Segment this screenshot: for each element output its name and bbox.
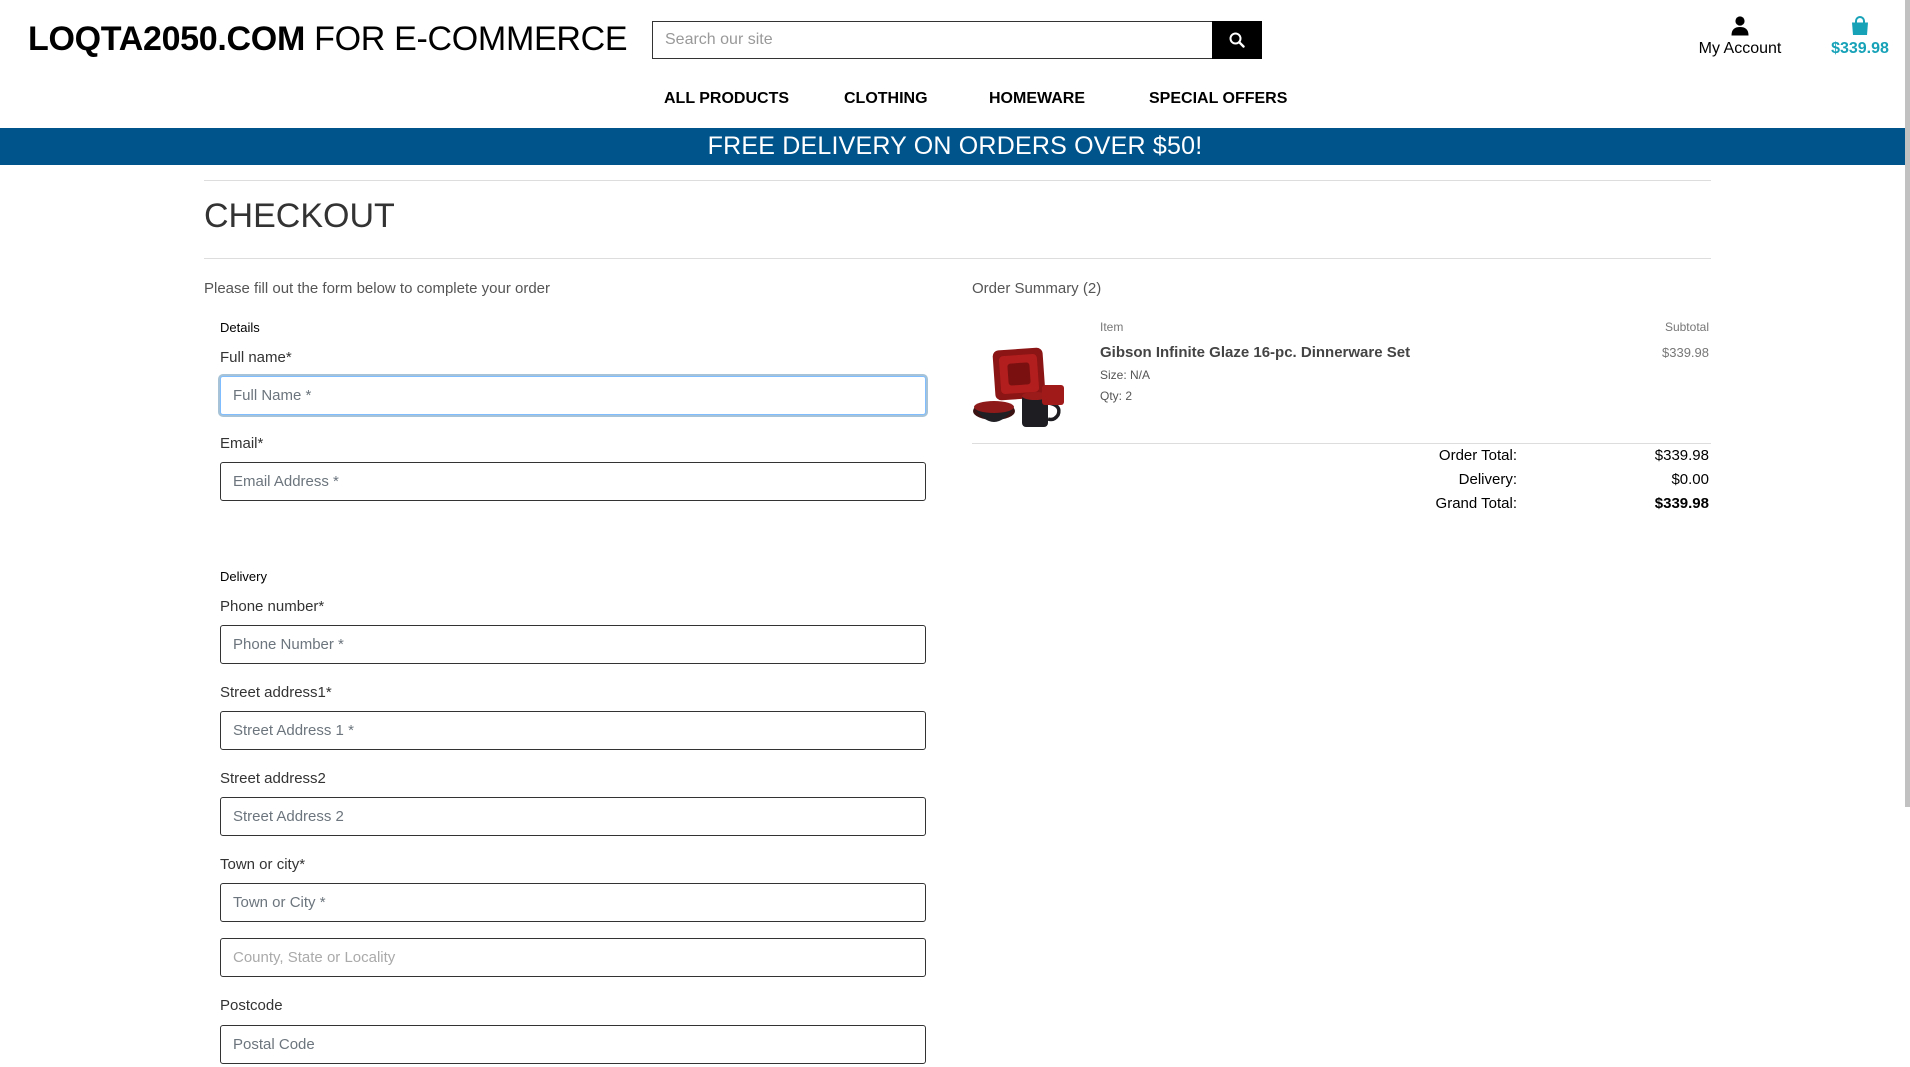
postcode-label: Postcode: [220, 997, 283, 1014]
brand-logo[interactable]: LOQTA2050.COM FOR E-COMMERCE: [28, 20, 628, 59]
user-icon: [1731, 16, 1749, 36]
delivery-value: $0.00: [1671, 471, 1709, 488]
street1-label: Street address1*: [220, 684, 332, 701]
email-field[interactable]: [220, 462, 926, 501]
full-name-label: Full name*: [220, 349, 292, 366]
search-bar: [652, 21, 1262, 59]
product-size: Size: N/A: [1100, 368, 1151, 382]
town-field[interactable]: [220, 883, 926, 922]
my-account-link[interactable]: My Account: [1685, 16, 1795, 58]
cart-total: $339.98: [1831, 40, 1889, 57]
phone-label: Phone number*: [220, 598, 325, 615]
street1-field[interactable]: [220, 711, 926, 750]
form-intro: Please fill out the form below to comple…: [204, 280, 551, 297]
nav-all-products[interactable]: ALL PRODUCTS: [664, 90, 789, 108]
brand-name: LOQTA2050.COM: [28, 20, 305, 58]
totals-divider: [972, 443, 1711, 444]
delivery-legend: Delivery: [220, 569, 267, 584]
shopping-bag-icon: [1852, 16, 1868, 35]
brand-tagline: FOR E-COMMERCE: [304, 20, 628, 58]
subtotal-column-header: Subtotal: [1664, 320, 1709, 334]
product-name: Gibson Infinite Glaze 16-pc. Dinnerware …: [1100, 344, 1411, 361]
grand-total-label: Grand Total:: [1435, 495, 1517, 512]
delivery-label: Delivery:: [1458, 471, 1517, 488]
my-account-label: My Account: [1698, 40, 1782, 57]
nav-homeware[interactable]: HOMEWARE: [989, 90, 1085, 108]
order-total-value: $339.98: [1654, 447, 1709, 464]
street2-label: Street address2: [220, 770, 326, 787]
product-image: [973, 347, 1064, 427]
order-total-label: Order Total:: [1438, 447, 1517, 464]
scrollbar[interactable]: [1905, 0, 1910, 807]
nav-clothing[interactable]: CLOTHING: [844, 90, 928, 108]
postcode-field[interactable]: [220, 1025, 926, 1064]
nav-special-offers[interactable]: SPECIAL OFFERS: [1149, 90, 1287, 108]
county-field[interactable]: [220, 938, 926, 977]
search-input[interactable]: [652, 21, 1212, 59]
promo-banner: FREE DELIVERY ON ORDERS OVER $50!: [0, 128, 1910, 165]
search-button[interactable]: [1212, 21, 1262, 59]
item-column-header: Item: [1100, 320, 1124, 334]
product-qty: Qty: 2: [1100, 389, 1133, 403]
search-icon: [1229, 32, 1245, 48]
full-name-field[interactable]: [220, 376, 926, 415]
phone-field[interactable]: [220, 625, 926, 664]
divider: [204, 180, 1711, 181]
email-label: Email*: [220, 435, 264, 452]
street2-field[interactable]: [220, 797, 926, 836]
divider: [204, 258, 1711, 259]
details-legend: Details: [220, 320, 260, 335]
grand-total-value: $339.98: [1654, 495, 1709, 512]
page-title: CHECKOUT: [204, 197, 395, 235]
site-header: LOQTA2050.COM FOR E-COMMERCE My Account …: [0, 0, 1910, 128]
main-nav: ALL PRODUCTS CLOTHING HOMEWARE SPECIAL O…: [0, 90, 1910, 110]
town-label: Town or city*: [220, 856, 306, 873]
cart-link[interactable]: $339.98: [1810, 16, 1910, 58]
order-summary-title: Order Summary (2): [972, 280, 1102, 297]
promo-banner-text: FREE DELIVERY ON ORDERS OVER $50!: [707, 132, 1203, 160]
product-subtotal: $339.98: [1662, 345, 1709, 360]
